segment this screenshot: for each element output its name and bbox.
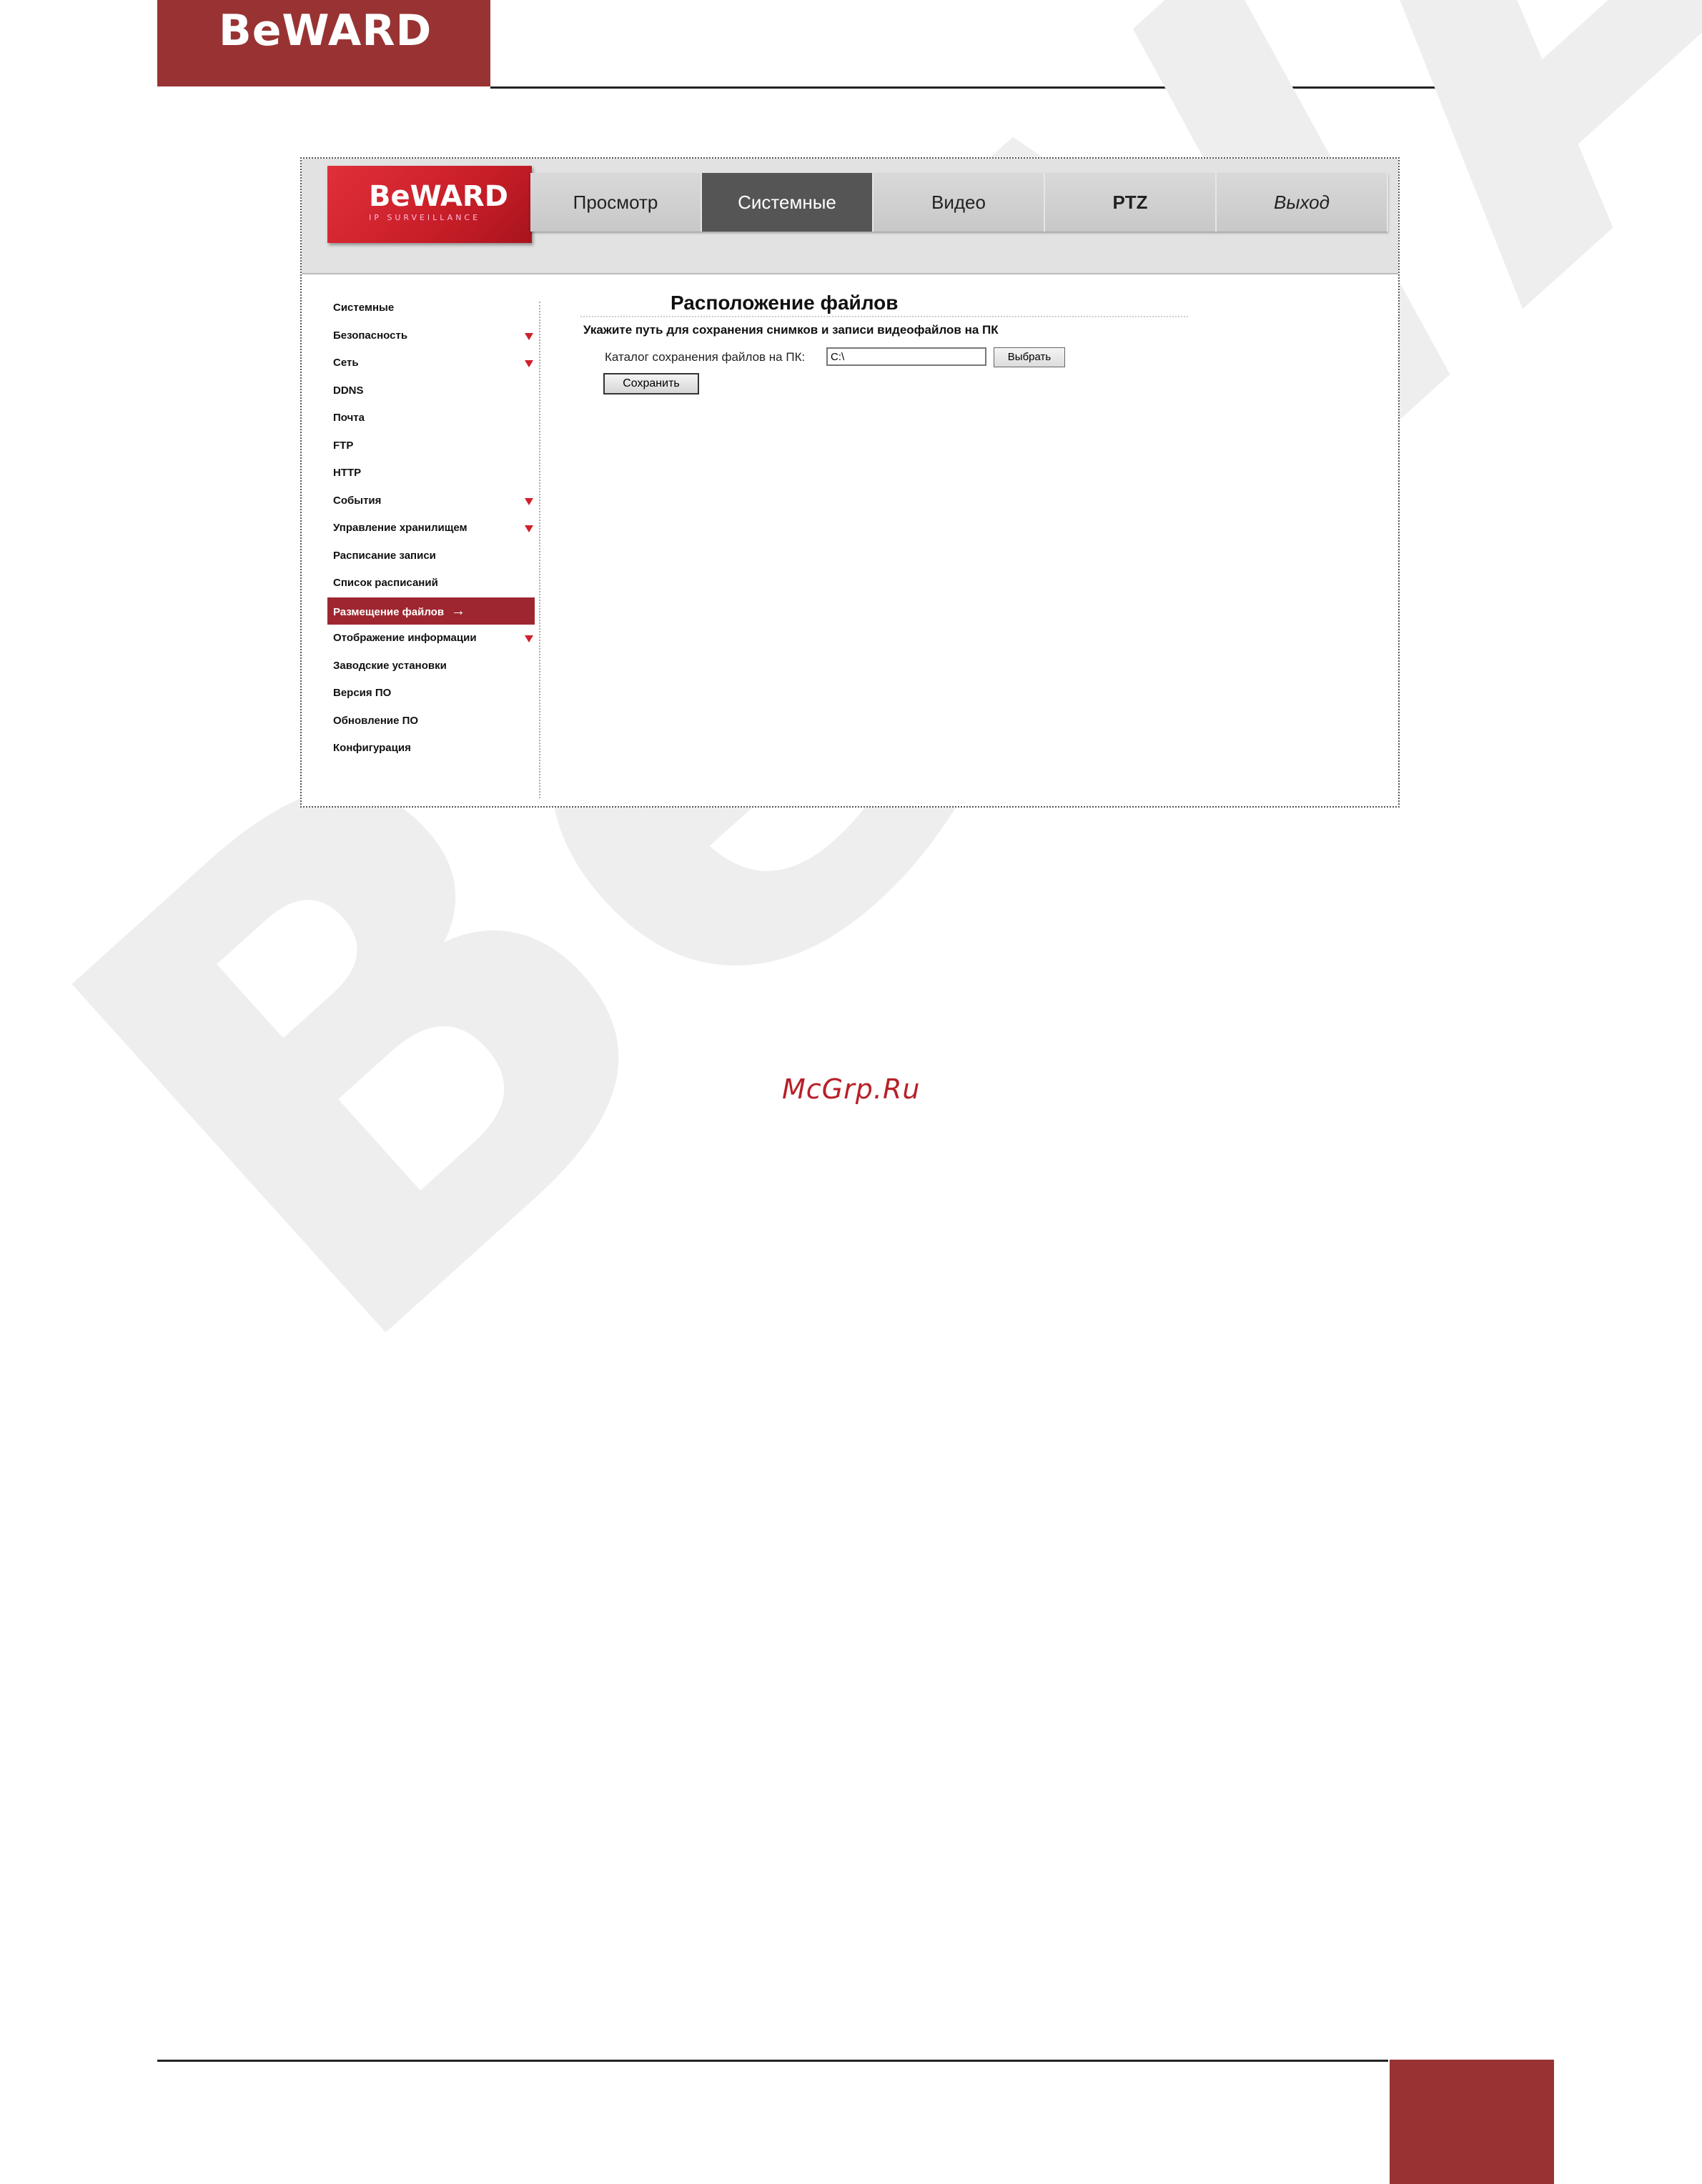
sidebar-item-display-info[interactable]: Отображение информации (327, 625, 535, 652)
browse-button[interactable]: Выбрать (994, 347, 1065, 367)
tab-video[interactable]: Видео (874, 173, 1045, 232)
sidebar-item-label: Конфигурация (333, 742, 411, 754)
page-title: Расположение файлов (671, 292, 899, 314)
sidebar-item-mail[interactable]: Почта (327, 404, 535, 432)
sidebar-item-label: Почта (333, 412, 365, 424)
sidebar-item-events[interactable]: События (327, 487, 535, 515)
sidebar-item-http[interactable]: HTTP (327, 460, 535, 487)
sidebar-item-label: Безопасность (333, 329, 408, 342)
sidebar-item-schedule-list[interactable]: Список расписаний (327, 570, 535, 597)
sidebar-item-label: Версия ПО (333, 687, 392, 699)
sidebar-item-network[interactable]: Сеть (327, 349, 535, 377)
sidebar-item-label: Управление хранилищем (333, 522, 467, 534)
sidebar-item-label: FTP (333, 439, 354, 452)
tab-view[interactable]: Просмотр (530, 173, 702, 232)
sidebar-item-label: DDNS (333, 384, 364, 397)
sidebar-item-label: Расписание записи (333, 549, 436, 562)
camera-logo-text: BeWARD (369, 180, 508, 213)
section-description: Укажите путь для сохранения снимков и за… (583, 323, 999, 337)
sidebar-item-record-schedule[interactable]: Расписание записи (327, 542, 535, 570)
sidebar-menu: Системные Безопасность Сеть DDNS Почта F… (327, 294, 535, 763)
sidebar-item-system[interactable]: Системные (327, 294, 535, 322)
tab-system[interactable]: Системные (702, 173, 874, 232)
expand-arrow-icon (525, 360, 533, 367)
sidebar-item-label: Системные (333, 302, 395, 314)
save-button[interactable]: Сохранить (603, 373, 699, 394)
sidebar-item-label: HTTP (333, 467, 362, 479)
sidebar-item-configuration[interactable]: Конфигурация (327, 735, 535, 763)
expand-arrow-icon (525, 332, 533, 340)
sidebar-divider (539, 302, 540, 798)
camera-web-ui-screenshot: BeWARD IP SURVEILLANCE Просмотр Системны… (300, 157, 1400, 808)
sidebar-item-label: Заводские установки (333, 659, 447, 672)
title-divider (580, 316, 1188, 317)
expand-arrow-icon (525, 525, 533, 532)
tab-ptz[interactable]: PTZ (1045, 173, 1217, 232)
camera-logo: BeWARD IP SURVEILLANCE (327, 166, 532, 243)
arrow-right-icon: → (451, 602, 466, 619)
expand-arrow-icon (525, 497, 533, 505)
sidebar-item-label: Обновление ПО (333, 714, 419, 727)
save-path-input[interactable] (826, 347, 986, 366)
sidebar-item-firmware-version[interactable]: Версия ПО (327, 680, 535, 708)
doc-logo: BeWARD (219, 6, 432, 56)
sidebar-item-factory-defaults[interactable]: Заводские установки (327, 652, 535, 680)
main-nav-tabs: Просмотр Системные Видео PTZ Выход (530, 173, 1388, 232)
sidebar-item-label: Сеть (333, 357, 359, 369)
site-watermark-text: McGrp.Ru (782, 1073, 921, 1105)
sidebar-item-file-location[interactable]: Размещение файлов → (327, 597, 535, 625)
top-bar: BeWARD IP SURVEILLANCE Просмотр Системны… (302, 159, 1398, 274)
sidebar-item-label: События (333, 494, 382, 507)
footer-rule (157, 2060, 1388, 2062)
sidebar-item-security[interactable]: Безопасность (327, 322, 535, 350)
sidebar-item-firmware-update[interactable]: Обновление ПО (327, 708, 535, 735)
sidebar-item-ftp[interactable]: FTP (327, 432, 535, 460)
tab-logout[interactable]: Выход (1217, 173, 1388, 232)
doc-header-logo-block: BeWARD (157, 0, 490, 86)
expand-arrow-icon (525, 635, 533, 642)
camera-logo-subtitle: IP SURVEILLANCE (369, 213, 481, 222)
sidebar-item-label: Размещение файлов (333, 605, 445, 618)
sidebar-item-ddns[interactable]: DDNS (327, 377, 535, 405)
footer-page-block (1390, 2060, 1554, 2184)
sidebar-item-label: Отображение информации (333, 632, 477, 644)
sidebar-item-storage[interactable]: Управление хранилищем (327, 515, 535, 542)
sidebar-item-label: Список расписаний (333, 577, 438, 589)
save-path-label: Каталог сохранения файлов на ПК: (605, 350, 806, 364)
